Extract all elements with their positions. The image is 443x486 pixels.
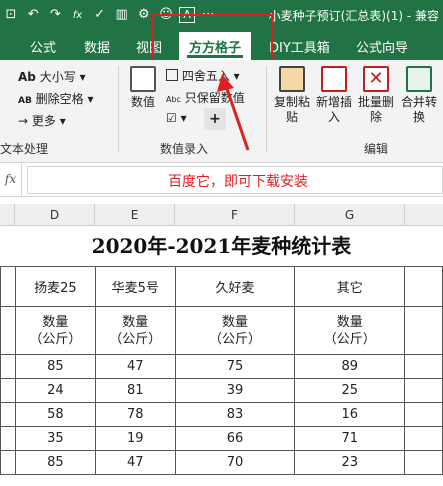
table-cell[interactable]: 23 (294, 450, 406, 475)
column-header-g[interactable]: G (295, 204, 405, 226)
column-header-row: D E F G (0, 204, 443, 226)
variety-header[interactable]: 久好麦 (174, 266, 296, 307)
table-cell[interactable] (0, 354, 16, 379)
table-cell[interactable]: 78 (94, 402, 176, 427)
table-row: 24 81 39 25 (0, 378, 443, 403)
table-cell[interactable] (404, 450, 443, 475)
table-cell[interactable]: 16 (294, 402, 406, 427)
table-row: 数量 （公斤） 数量 （公斤） 数量 （公斤） 数量 （公斤） (0, 306, 443, 355)
table-cell[interactable]: 66 (174, 426, 296, 451)
table-cell[interactable]: 71 (294, 426, 406, 451)
variety-header[interactable]: 扬麦25 (14, 266, 96, 307)
table-cell[interactable]: 25 (294, 378, 406, 403)
table-cell[interactable] (404, 306, 443, 355)
data-table: 扬麦25 华麦5号 久好麦 其它 数量 （公斤） 数量 （公斤） 数量 （公斤）… (0, 266, 443, 475)
variety-header[interactable]: 华麦5号 (94, 266, 176, 307)
column-header-corner (0, 204, 15, 226)
table-row: 85 47 75 89 (0, 354, 443, 379)
unit-header[interactable]: 数量 （公斤） (294, 306, 406, 355)
table-cell[interactable] (0, 378, 16, 403)
table-cell[interactable]: 75 (174, 354, 296, 379)
table-cell[interactable]: 47 (94, 450, 176, 475)
table-cell[interactable] (404, 426, 443, 451)
table-cell[interactable]: 81 (94, 378, 176, 403)
table-cell[interactable]: 58 (14, 402, 96, 427)
formula-bar: fx 百度它，即可下载安装 (0, 163, 443, 197)
column-header-e[interactable]: E (95, 204, 175, 226)
table-cell[interactable]: 19 (94, 426, 176, 451)
table-cell[interactable] (404, 402, 443, 427)
table-row: 35 19 66 71 (0, 426, 443, 451)
table-cell[interactable]: 70 (174, 450, 296, 475)
variety-header[interactable]: 其它 (294, 266, 406, 307)
table-cell[interactable]: 35 (14, 426, 96, 451)
unit-header[interactable]: 数量 （公斤） (14, 306, 96, 355)
table-cell[interactable] (0, 450, 16, 475)
unit-header[interactable]: 数量 （公斤） (94, 306, 176, 355)
table-cell[interactable] (404, 354, 443, 379)
table-cell[interactable] (404, 378, 443, 403)
table-cell[interactable]: 85 (14, 450, 96, 475)
table-cell[interactable] (0, 306, 16, 355)
table-row: 85 47 70 23 (0, 450, 443, 475)
table-row: 扬麦25 华麦5号 久好麦 其它 (0, 266, 443, 307)
column-header-f[interactable]: F (175, 204, 295, 226)
table-cell[interactable]: 47 (94, 354, 176, 379)
table-cell[interactable]: 39 (174, 378, 296, 403)
sheet-title[interactable]: 2020年-2021年麦种统计表 (0, 226, 443, 266)
formula-content: 百度它，即可下载安装 (168, 174, 308, 190)
table-cell[interactable]: 24 (14, 378, 96, 403)
fx-icon[interactable]: fx (0, 163, 22, 196)
table-cell[interactable]: 89 (294, 354, 406, 379)
table-row: 58 78 83 16 (0, 402, 443, 427)
table-cell[interactable] (0, 402, 16, 427)
column-header-d[interactable]: D (15, 204, 95, 226)
table-cell[interactable]: 83 (174, 402, 296, 427)
table-cell[interactable] (0, 426, 16, 451)
table-cell[interactable] (404, 266, 443, 307)
table-cell[interactable]: 85 (14, 354, 96, 379)
table-cell[interactable] (0, 266, 16, 307)
unit-header[interactable]: 数量 （公斤） (174, 306, 296, 355)
